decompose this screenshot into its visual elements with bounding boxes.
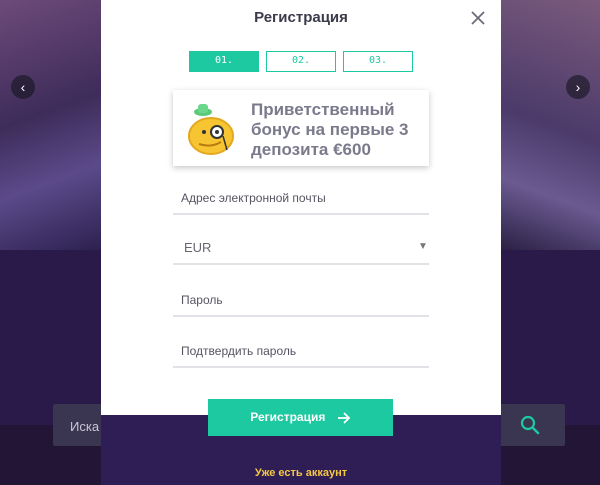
- registration-modal: Регистрация 01. 02. 03. Приветственный б…: [101, 0, 501, 415]
- step-3: 03.: [343, 51, 413, 72]
- carousel-prev-button[interactable]: ‹: [11, 75, 35, 99]
- welcome-bonus-text: Приветственный бонус на первые 3 депозит…: [251, 100, 409, 159]
- step-2: 02.: [266, 51, 336, 72]
- confirm-password-label: Подтвердить пароль: [181, 344, 297, 358]
- welcome-bonus-card: Приветственный бонус на первые 3 депозит…: [173, 90, 429, 166]
- password-field[interactable]: Пароль: [173, 284, 429, 317]
- register-button-label: Регистрация: [250, 410, 326, 424]
- step-1: 01.: [189, 51, 259, 72]
- email-field[interactable]: Адрес электронной почты: [173, 183, 429, 215]
- background-banner-left: [0, 0, 101, 250]
- carousel-next-button[interactable]: ›: [566, 75, 590, 99]
- chevron-down-icon[interactable]: ▼: [418, 241, 428, 252]
- close-icon[interactable]: [469, 9, 487, 27]
- currency-value: EUR: [184, 240, 212, 255]
- monocle-smiley-icon: [188, 104, 234, 155]
- have-account-link[interactable]: Уже есть аккаунт: [101, 467, 501, 479]
- background-banner-right: [501, 0, 600, 250]
- register-button[interactable]: Регистрация: [208, 399, 393, 436]
- confirm-password-field[interactable]: Подтвердить пароль: [173, 335, 429, 368]
- email-label: Адрес электронной почты: [181, 191, 326, 205]
- search-icon[interactable]: [519, 414, 541, 436]
- background-search-placeholder: Иска: [70, 419, 100, 434]
- modal-title: Регистрация: [254, 9, 348, 26]
- currency-select[interactable]: EUR: [173, 231, 429, 265]
- arrow-right-icon: [337, 412, 350, 424]
- password-label: Пароль: [181, 293, 223, 307]
